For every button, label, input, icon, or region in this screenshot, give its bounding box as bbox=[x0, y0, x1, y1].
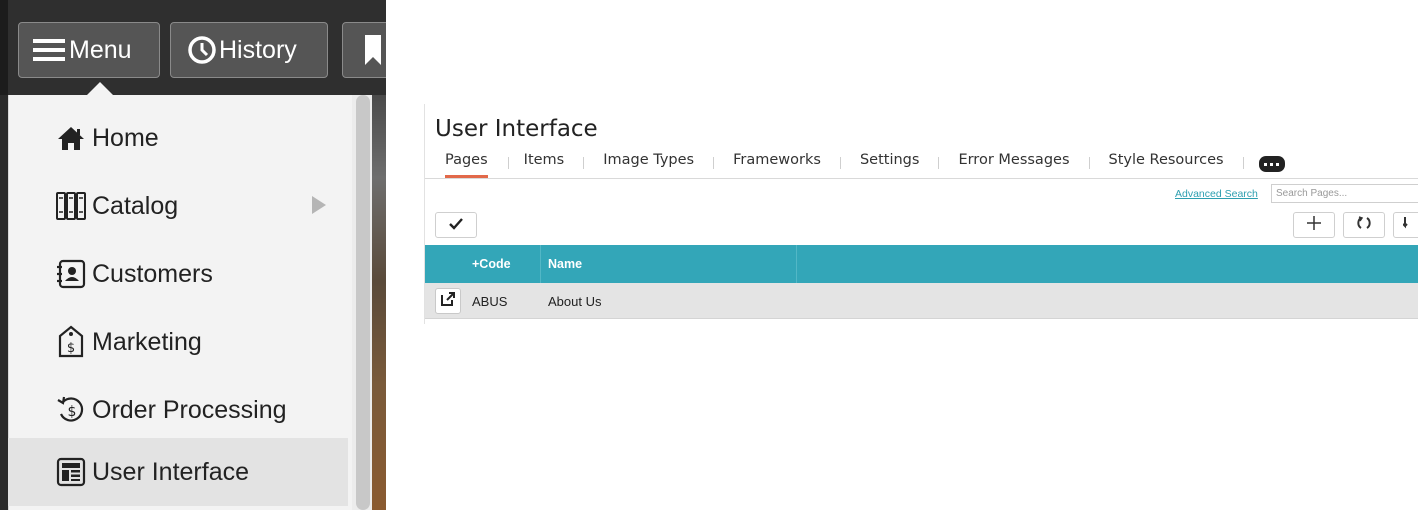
top-toolbar: Menu History bbox=[0, 0, 386, 95]
table-row[interactable]: ABUS About Us bbox=[425, 283, 1418, 319]
svg-text:$: $ bbox=[68, 404, 77, 420]
menu-item-marketing[interactable]: $ Marketing bbox=[8, 308, 348, 376]
plus-icon bbox=[1306, 214, 1322, 237]
cell-code: ABUS bbox=[472, 294, 508, 309]
cell-name: About Us bbox=[548, 294, 602, 309]
tab-separator bbox=[839, 157, 841, 169]
tab-separator bbox=[507, 157, 509, 169]
menu-item-label: Customers bbox=[92, 259, 213, 288]
menu-item-label: Marketing bbox=[92, 327, 202, 356]
price-tag-icon: $ bbox=[54, 325, 88, 359]
menu-scrollbar-thumb[interactable] bbox=[356, 95, 370, 510]
catalog-icon bbox=[54, 189, 88, 223]
svg-text:$: $ bbox=[67, 341, 75, 356]
menu-item-label: Home bbox=[92, 123, 159, 152]
menu-item-home[interactable]: Home bbox=[8, 104, 348, 172]
tab-separator bbox=[583, 157, 585, 169]
dollar-cycle-icon: $ bbox=[54, 393, 88, 427]
add-button[interactable] bbox=[1293, 212, 1335, 238]
menu-button[interactable]: Menu bbox=[18, 22, 160, 78]
menu-item-order-processing[interactable]: $ Order Processing bbox=[8, 376, 348, 444]
user-interface-panel: User Interface Pages Items Image Types F… bbox=[424, 104, 1418, 324]
menu-button-label: Menu bbox=[69, 35, 132, 64]
menu-item-label: User Interface bbox=[92, 457, 250, 486]
more-tabs-button[interactable] bbox=[1258, 156, 1285, 172]
menu-item-customers[interactable]: Customers bbox=[8, 240, 348, 308]
tab-items[interactable]: Items bbox=[524, 150, 565, 168]
refresh-button[interactable] bbox=[1343, 212, 1385, 238]
select-all-button[interactable] bbox=[435, 212, 477, 238]
page-title: User Interface bbox=[435, 116, 598, 142]
history-button[interactable]: History bbox=[170, 22, 328, 78]
address-book-icon bbox=[54, 257, 88, 291]
open-record-button[interactable] bbox=[435, 288, 461, 314]
tab-pages[interactable]: Pages bbox=[445, 150, 488, 178]
bookmarks-button[interactable] bbox=[342, 22, 386, 78]
external-link-icon bbox=[441, 291, 455, 311]
clock-icon bbox=[187, 35, 217, 65]
bookmark-icon bbox=[365, 35, 383, 65]
grid-header: +Code Name bbox=[425, 245, 1418, 283]
tab-separator bbox=[1088, 157, 1090, 169]
menu-caret bbox=[86, 82, 114, 96]
left-edge bbox=[0, 95, 8, 510]
toolbar-edge bbox=[0, 0, 8, 95]
tab-bar: Pages Items Image Types Frameworks Setti… bbox=[425, 150, 1418, 179]
tab-error-messages[interactable]: Error Messages bbox=[958, 150, 1069, 168]
refresh-icon bbox=[1356, 214, 1372, 237]
tab-settings[interactable]: Settings bbox=[860, 150, 919, 168]
download-icon bbox=[1402, 214, 1413, 237]
column-header-name[interactable]: Name bbox=[541, 245, 797, 283]
search-input[interactable] bbox=[1271, 184, 1418, 203]
history-button-label: History bbox=[219, 35, 297, 64]
menu-item-catalog[interactable]: Catalog bbox=[8, 172, 348, 240]
tab-separator bbox=[713, 157, 715, 169]
download-button[interactable] bbox=[1393, 212, 1418, 238]
menu-item-label: Catalog bbox=[92, 191, 179, 220]
checkmark-icon bbox=[449, 217, 463, 234]
advanced-search-link[interactable]: Advanced Search bbox=[1175, 188, 1258, 200]
tab-image-types[interactable]: Image Types bbox=[603, 150, 694, 168]
background-image-strip bbox=[372, 95, 386, 510]
hamburger-icon bbox=[33, 36, 67, 64]
column-header-code[interactable]: +Code bbox=[425, 245, 541, 283]
tab-separator bbox=[1242, 157, 1244, 169]
layout-icon bbox=[54, 455, 88, 489]
menu-item-label: Order Processing bbox=[92, 395, 287, 424]
tab-frameworks[interactable]: Frameworks bbox=[733, 150, 821, 168]
tab-separator bbox=[938, 157, 940, 169]
tab-style-resources[interactable]: Style Resources bbox=[1109, 150, 1224, 168]
home-icon bbox=[54, 121, 88, 155]
menu-item-user-interface[interactable]: User Interface bbox=[8, 438, 348, 506]
submenu-arrow-icon bbox=[312, 196, 326, 214]
